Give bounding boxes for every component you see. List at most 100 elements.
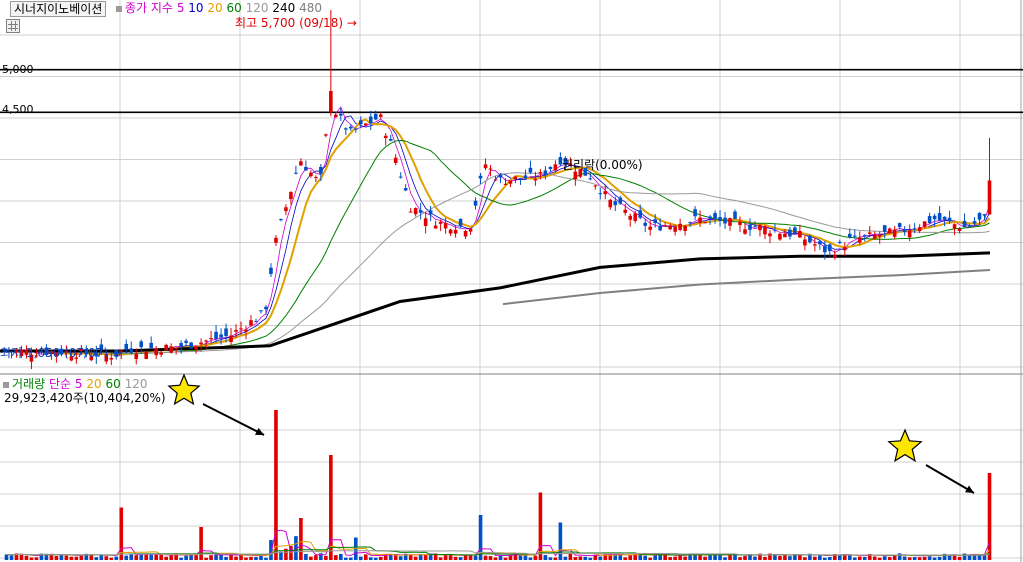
candle-body [159, 352, 163, 355]
candle-body [937, 213, 942, 221]
volume-bar [69, 556, 74, 560]
candle-body [838, 241, 842, 243]
candle-body [957, 228, 962, 231]
volume-bar [438, 557, 443, 560]
volume-bar [199, 527, 203, 560]
ma-period-60: 60 [226, 1, 242, 15]
candle-body [413, 208, 418, 215]
candle-body [653, 219, 657, 224]
volume-bar [713, 554, 717, 560]
candle-body [194, 346, 198, 350]
candle-body [623, 209, 628, 213]
volume-bar [907, 557, 912, 560]
candle-body [703, 222, 707, 224]
candle-body [543, 170, 548, 175]
volume-bar [613, 555, 618, 560]
ma-period-10: 10 [188, 1, 204, 15]
volume-bar [114, 556, 119, 560]
candle-body [244, 329, 248, 332]
volume-bar [952, 555, 957, 560]
candle-body [398, 176, 403, 178]
candle-body [753, 226, 757, 228]
volume-bar [538, 492, 543, 560]
volume-bar [798, 555, 802, 560]
volume-bar [543, 555, 548, 560]
grid-toggle-icon[interactable] [6, 19, 20, 33]
candle-body [154, 348, 158, 356]
candle-body [887, 228, 892, 234]
candle-body [443, 222, 448, 229]
volume-bar [358, 556, 363, 560]
volume-bar [194, 554, 198, 560]
candle-body [942, 216, 947, 220]
candle-body [284, 207, 288, 212]
volume-legend: 거래량 단순 5 20 60 120 [3, 377, 147, 391]
stock-name-button[interactable]: 시너지이노베이션 [10, 1, 107, 17]
candle-body [847, 233, 852, 238]
volume-bar [703, 556, 707, 560]
ma120-line [6, 172, 990, 354]
candle-body [314, 177, 318, 179]
ma10-line [6, 115, 990, 356]
volume-bar [74, 556, 79, 560]
volume-bar [324, 555, 328, 560]
candle-body [483, 164, 488, 169]
candle-body [348, 126, 353, 129]
volume-bar [314, 555, 318, 560]
candle-body [803, 239, 807, 246]
candle-body [279, 219, 283, 221]
candle-body [788, 229, 792, 237]
candle-body [553, 164, 558, 171]
candle-body [823, 245, 827, 253]
volume-bar [813, 556, 817, 560]
candle-body [952, 224, 957, 229]
volume-bar [219, 554, 223, 560]
candle-body [603, 191, 608, 195]
ex-rights-label: 권리락(0.00%) [562, 158, 643, 172]
volume-bar [573, 557, 578, 560]
volume-bar [698, 554, 702, 560]
volume-bar [922, 556, 927, 560]
volume-bar [553, 557, 558, 560]
volume-bar [473, 555, 478, 560]
candle-body [393, 157, 398, 163]
volume-bar [967, 555, 972, 560]
candle-body [818, 241, 822, 245]
volume-bar [483, 555, 488, 560]
candle-body [693, 209, 697, 217]
volume-title: 거래량 [12, 377, 46, 391]
candle-body [378, 114, 383, 117]
candle-body [403, 187, 408, 191]
volume-indicator-label: 단순 [48, 377, 72, 391]
volume-bar [862, 556, 867, 560]
volume-bar [209, 555, 213, 560]
low-price-label: 최저 1,650 (07/07) → [0, 346, 122, 360]
volume-bar [788, 556, 792, 560]
price-indicator-legend: 종가 지수 5 10 20 60 120 240 480 [116, 1, 322, 15]
volume-bar [818, 555, 822, 560]
volume-bar [778, 555, 782, 560]
candle-body [134, 353, 139, 360]
ma240-line [0, 251, 991, 353]
volume-bar [164, 556, 168, 560]
candle-body [428, 210, 433, 215]
volume-bar [877, 557, 882, 560]
candle-body [169, 346, 173, 353]
volume-bar [558, 522, 563, 560]
volume-bar [932, 557, 937, 560]
candle-body [738, 221, 742, 225]
candle-body [842, 247, 847, 251]
candle-body [438, 221, 443, 224]
candle-body [972, 221, 977, 224]
candle-body [129, 348, 134, 353]
volume-bar [453, 556, 458, 560]
ma-period-20: 20 [207, 1, 223, 15]
volume-bar [29, 557, 34, 560]
candle-body [658, 225, 662, 231]
volume-bar [823, 557, 827, 560]
candle-body [209, 338, 213, 340]
volume-bar [643, 555, 648, 560]
volume-bar [344, 557, 348, 560]
volume-bar [528, 557, 533, 560]
candle-body [773, 229, 777, 231]
